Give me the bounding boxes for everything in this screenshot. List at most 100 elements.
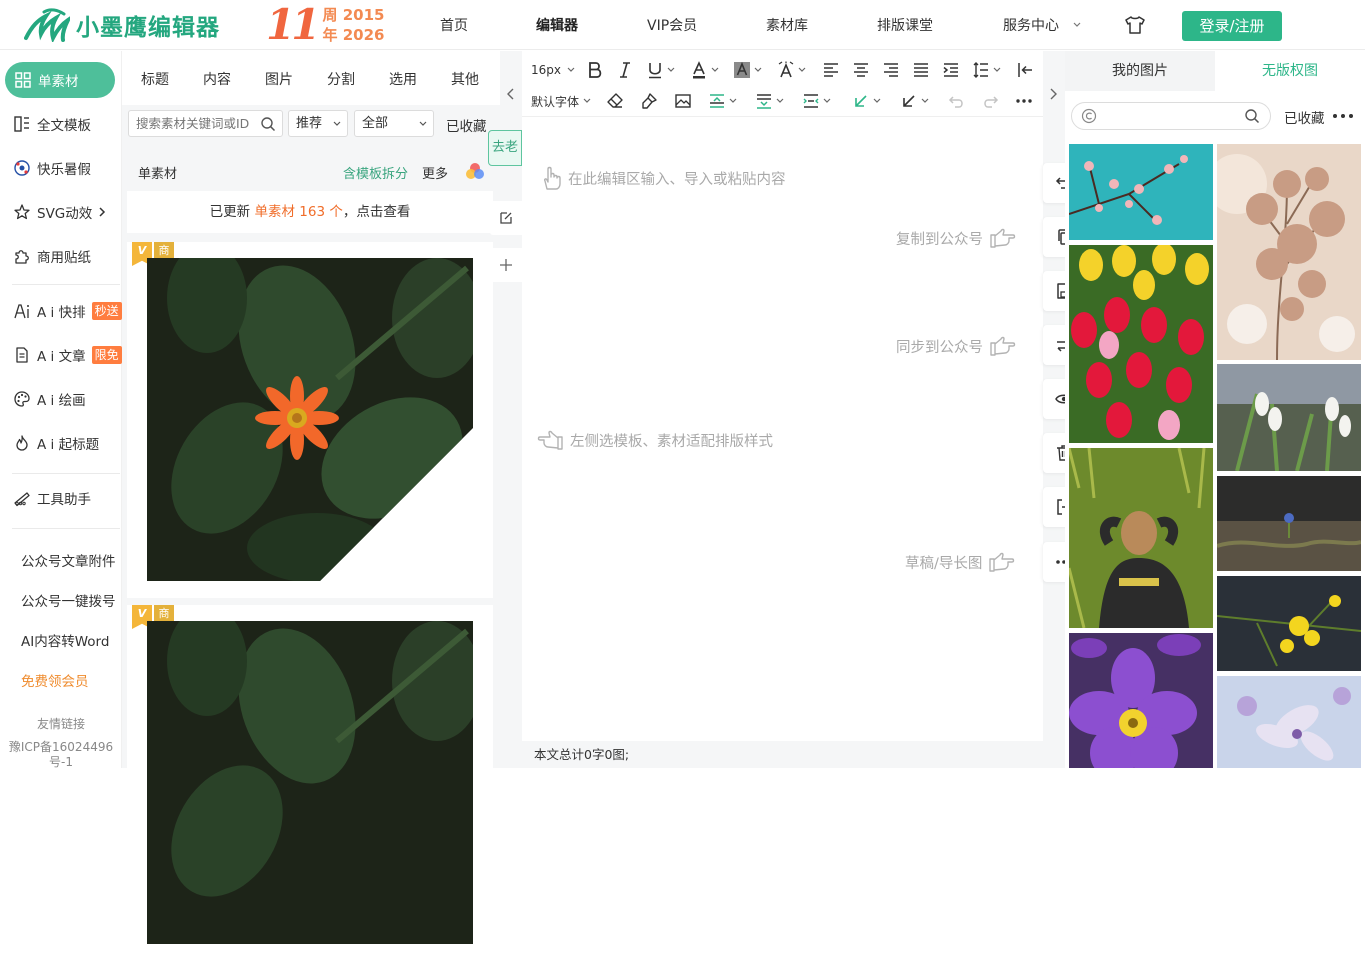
format-painter-button[interactable] xyxy=(640,90,658,112)
nav-home[interactable]: 首页 xyxy=(440,15,468,35)
snowdrops-image xyxy=(1217,364,1361,471)
material-card[interactable]: V 商 xyxy=(127,605,493,961)
tab-title[interactable]: 标题 xyxy=(141,69,169,89)
hint-draft[interactable]: 草稿/导长图 xyxy=(905,547,1016,577)
tab-other[interactable]: 其他 xyxy=(451,69,479,89)
man-in-grass-image xyxy=(1069,448,1213,628)
paragraph-spacing-button[interactable] xyxy=(708,90,737,112)
italic-button[interactable] xyxy=(616,59,634,81)
margin-left-button[interactable] xyxy=(852,90,881,112)
sidebar-item-summer[interactable]: 快乐暑假 xyxy=(0,150,122,186)
tshirt-icon[interactable] xyxy=(1124,14,1146,36)
link-free-membership[interactable]: 免费领会员 xyxy=(21,670,89,690)
tab-free-images[interactable]: 无版权图 xyxy=(1215,51,1365,91)
sidebar-item-ai-article[interactable]: A i 文章 限免 xyxy=(0,337,122,373)
redo-button[interactable] xyxy=(981,90,999,112)
scope-select[interactable]: 全部 xyxy=(354,110,434,137)
sidebar-item-tools[interactable]: 工具助手 xyxy=(0,480,122,516)
font-family-select[interactable]: 默认字体 xyxy=(531,91,591,111)
chevron-down-icon xyxy=(754,67,762,72)
nav-service[interactable]: 服务中心 xyxy=(1003,15,1059,35)
image-thumb-blossom[interactable] xyxy=(1069,144,1213,240)
edit-note-button[interactable] xyxy=(490,201,522,235)
highlight-button[interactable] xyxy=(733,59,762,81)
collected-filter[interactable]: 已收藏 xyxy=(446,115,487,135)
letter-spacing-button[interactable] xyxy=(802,90,831,112)
old-version-button[interactable]: 去老 xyxy=(488,130,522,166)
search-icon[interactable] xyxy=(1244,108,1260,124)
brand-logo[interactable]: 小墨鹰编辑器 xyxy=(24,8,220,42)
margin-right-button[interactable] xyxy=(900,90,929,112)
tab-selected[interactable]: 选用 xyxy=(389,69,417,89)
more-tools-button[interactable] xyxy=(1015,90,1033,112)
hint-sync[interactable]: 同步到公众号 xyxy=(896,331,1017,361)
search-icon[interactable] xyxy=(260,116,276,132)
more-icon[interactable] xyxy=(1332,113,1354,119)
image-thumb-yellow-flowers[interactable] xyxy=(1217,576,1361,671)
chevron-left-icon[interactable] xyxy=(504,87,518,101)
document-icon xyxy=(16,347,28,363)
font-size-select[interactable]: 16px xyxy=(531,60,575,80)
template-split-link[interactable]: 含模板拆分 xyxy=(343,163,408,182)
nav-course[interactable]: 排版课堂 xyxy=(877,15,933,35)
insert-image-button[interactable] xyxy=(674,90,692,112)
tab-my-images[interactable]: 我的图片 xyxy=(1065,51,1215,91)
sidebar-item-stickers[interactable]: 商用贴纸 xyxy=(0,238,122,274)
tab-image[interactable]: 图片 xyxy=(265,69,293,89)
clear-format-button[interactable] xyxy=(606,90,624,112)
hint-copy[interactable]: 复制到公众号 xyxy=(896,223,1017,253)
material-card[interactable]: V 商 xyxy=(127,242,493,598)
sidebar-item-svg-animation[interactable]: SVG动效 xyxy=(0,194,122,230)
sort-select[interactable]: 推荐 xyxy=(288,110,348,137)
font-color-button[interactable] xyxy=(690,59,719,81)
link-ai-to-word[interactable]: AI内容转Word xyxy=(21,630,109,650)
update-notice[interactable]: 已更新 单素材 163 个，点击查看 xyxy=(127,191,493,233)
indent-button[interactable] xyxy=(942,59,960,81)
align-center-button[interactable] xyxy=(852,59,870,81)
sidebar-item-label: A i 绘画 xyxy=(37,393,86,409)
nav-editor[interactable]: 编辑器 xyxy=(536,15,578,35)
grid-icon xyxy=(15,72,31,88)
image-thumb-lilac[interactable] xyxy=(1217,676,1361,768)
nav-materials[interactable]: 素材库 xyxy=(766,15,808,35)
image-thumb-tulips[interactable] xyxy=(1069,245,1213,443)
hint-sync-text: 同步到公众号 xyxy=(896,339,983,356)
material-search-input[interactable] xyxy=(136,111,261,136)
sidebar-item-full-template[interactable]: 全文模板 xyxy=(0,106,122,142)
image-thumb-man-grass[interactable] xyxy=(1069,448,1213,628)
link-article-attachment[interactable]: 公众号文章附件 xyxy=(21,550,116,570)
login-register-button[interactable]: 登录/注册 xyxy=(1182,11,1282,41)
add-button[interactable] xyxy=(490,248,522,282)
justify-button[interactable] xyxy=(912,59,930,81)
line-height-button[interactable] xyxy=(972,59,1001,81)
undo-button[interactable] xyxy=(948,90,966,112)
chevron-down-icon xyxy=(873,98,881,103)
image-collected-filter[interactable]: 已收藏 xyxy=(1284,107,1325,127)
sidebar-item-ai-painting[interactable]: A i 绘画 xyxy=(0,381,122,417)
material-search[interactable] xyxy=(128,110,283,137)
more-icon xyxy=(1016,99,1032,103)
tab-divider[interactable]: 分割 xyxy=(327,69,355,89)
align-left-button[interactable] xyxy=(822,59,840,81)
image-search[interactable] xyxy=(1071,102,1271,130)
color-filter-icon[interactable] xyxy=(464,161,486,183)
friend-links[interactable]: 友情链接 xyxy=(0,715,122,732)
chevron-right-icon[interactable] xyxy=(1048,87,1060,101)
image-thumb-ground-flower[interactable] xyxy=(1217,476,1361,571)
align-right-button[interactable] xyxy=(882,59,900,81)
tab-content[interactable]: 内容 xyxy=(203,69,231,89)
sidebar-item-ai-title[interactable]: A i 起标题 xyxy=(0,425,122,461)
more-link[interactable]: 更多 xyxy=(422,163,448,182)
import-button[interactable] xyxy=(1016,59,1034,81)
underline-button[interactable] xyxy=(646,59,675,81)
bold-button[interactable] xyxy=(586,59,604,81)
sidebar-item-single-material[interactable]: 单素材 xyxy=(5,62,115,98)
nav-vip[interactable]: VIP会员 xyxy=(647,15,697,35)
text-effect-button[interactable] xyxy=(777,59,806,81)
image-thumb-snowdrops[interactable] xyxy=(1217,364,1361,471)
paragraph-spacing-bottom-button[interactable] xyxy=(755,90,784,112)
image-thumb-dried-flowers[interactable] xyxy=(1217,144,1361,360)
link-one-click-dial[interactable]: 公众号一键拨号 xyxy=(21,590,116,610)
image-thumb-primrose[interactable] xyxy=(1069,633,1213,768)
sidebar-item-ai-layout[interactable]: A i 快排 秒送 xyxy=(0,293,122,329)
